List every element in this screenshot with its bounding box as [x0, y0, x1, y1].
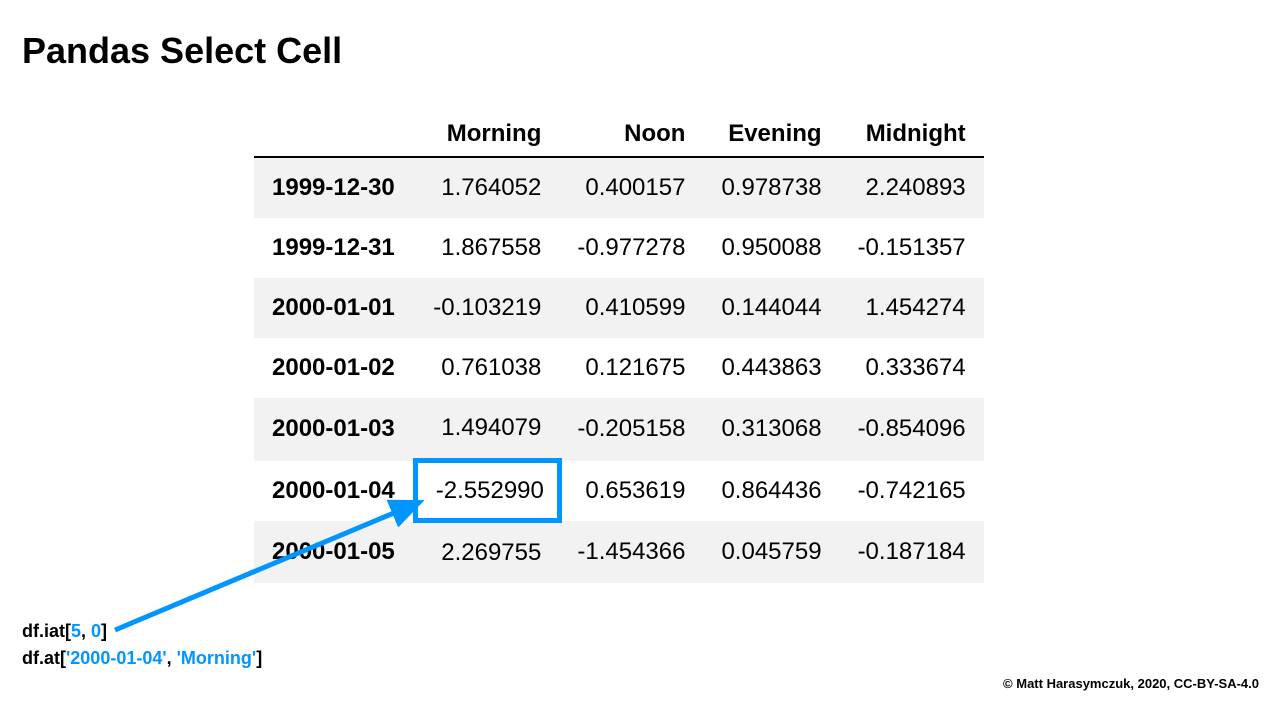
data-cell: 0.121675	[559, 338, 703, 398]
data-cell: 0.978738	[703, 157, 839, 218]
data-cell: -0.977278	[559, 218, 703, 278]
data-cell: 0.144044	[703, 278, 839, 338]
row-index: 2000-01-01	[254, 278, 415, 338]
table-header-row: MorningNoonEveningMidnight	[254, 112, 984, 157]
data-cell: -1.454366	[559, 521, 703, 584]
table-row: 2000-01-04-2.5529900.6536190.864436-0.74…	[254, 461, 984, 521]
row-index: 2000-01-04	[254, 461, 415, 521]
data-cell: 0.653619	[559, 461, 703, 521]
table-row: 1999-12-311.867558-0.9772780.950088-0.15…	[254, 218, 984, 278]
data-cell: -0.742165	[840, 461, 984, 521]
data-table: MorningNoonEveningMidnight 1999-12-301.7…	[254, 112, 984, 583]
data-cell: 0.045759	[703, 521, 839, 584]
data-cell: -0.151357	[840, 218, 984, 278]
copyright-notice: © Matt Harasymczuk, 2020, CC-BY-SA-4.0	[1003, 676, 1259, 691]
data-cell: 1.867558	[415, 218, 559, 278]
data-cell: 1.454274	[840, 278, 984, 338]
data-cell: 2.269755	[415, 521, 559, 584]
data-cell: 1.494079	[415, 398, 559, 461]
column-header: Midnight	[840, 112, 984, 157]
data-cell: 0.333674	[840, 338, 984, 398]
data-cell: 0.410599	[559, 278, 703, 338]
code-line-iat: df.iat[5, 0]	[22, 618, 262, 645]
column-header: Morning	[415, 112, 559, 157]
table-row: 1999-12-301.7640520.4001570.9787382.2408…	[254, 157, 984, 218]
data-cell: -0.854096	[840, 398, 984, 461]
data-cell: 1.764052	[415, 157, 559, 218]
table-row: 2000-01-031.494079-0.2051580.313068-0.85…	[254, 398, 984, 461]
column-header: Evening	[703, 112, 839, 157]
data-cell: -0.187184	[840, 521, 984, 584]
data-cell: 0.950088	[703, 218, 839, 278]
data-cell: -0.103219	[415, 278, 559, 338]
code-examples: df.iat[5, 0] df.at['2000-01-04', 'Mornin…	[22, 618, 262, 672]
table-row: 2000-01-052.269755-1.4543660.045759-0.18…	[254, 521, 984, 584]
data-cell: 0.400157	[559, 157, 703, 218]
row-index: 2000-01-02	[254, 338, 415, 398]
table-row: 2000-01-01-0.1032190.4105990.1440441.454…	[254, 278, 984, 338]
page-title: Pandas Select Cell	[22, 30, 342, 72]
row-index: 2000-01-05	[254, 521, 415, 584]
data-table-wrap: MorningNoonEveningMidnight 1999-12-301.7…	[254, 112, 984, 583]
data-cell: 0.443863	[703, 338, 839, 398]
row-index: 1999-12-31	[254, 218, 415, 278]
column-header: Noon	[559, 112, 703, 157]
data-cell: 0.761038	[415, 338, 559, 398]
data-cell: 2.240893	[840, 157, 984, 218]
code-line-at: df.at['2000-01-04', 'Morning']	[22, 645, 262, 672]
data-cell: -2.552990	[415, 461, 559, 521]
row-index: 2000-01-03	[254, 398, 415, 461]
data-cell: -0.205158	[559, 398, 703, 461]
data-cell: 0.864436	[703, 461, 839, 521]
data-cell: 0.313068	[703, 398, 839, 461]
row-index: 1999-12-30	[254, 157, 415, 218]
table-row: 2000-01-020.7610380.1216750.4438630.3336…	[254, 338, 984, 398]
column-header	[254, 112, 415, 157]
